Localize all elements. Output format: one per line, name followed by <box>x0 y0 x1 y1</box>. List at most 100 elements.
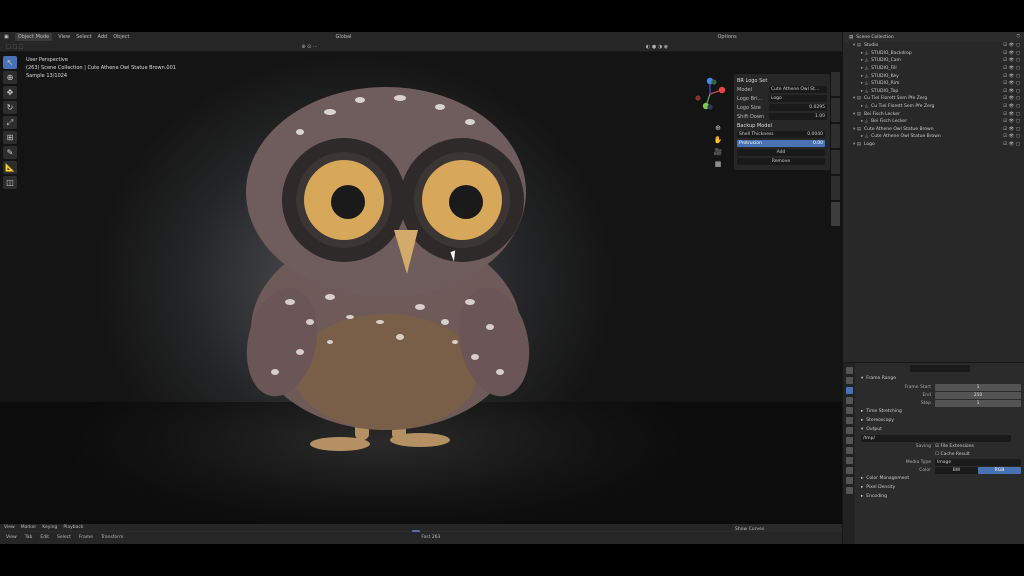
visibility-eye-icon[interactable]: ☑ 👁 ▢ <box>1003 142 1020 147</box>
section-header[interactable]: Backup Model <box>737 122 772 130</box>
navigation-gizmo[interactable] <box>692 76 728 112</box>
menu-object[interactable]: Object <box>113 33 129 41</box>
transform-tool-icon[interactable]: ⊞ <box>3 131 17 144</box>
rotate-tool-icon[interactable]: ↻ <box>3 101 17 114</box>
visibility-eye-icon[interactable]: ☑ 👁 ▢ <box>1003 112 1020 117</box>
owl-model[interactable] <box>0 52 842 524</box>
section-pixel-density[interactable]: ▸ Pixel Density <box>857 483 1023 492</box>
object-tab-icon[interactable] <box>845 427 853 434</box>
output-path-field[interactable]: /tmp/ <box>861 434 1011 442</box>
visibility-eye-icon[interactable]: ☑ 👁 ▢ <box>1003 58 1020 63</box>
outliner-row[interactable]: ▾ ▤ Studio ☑ 👁 ▢ <box>843 42 1024 50</box>
constraints-tab-icon[interactable] <box>845 467 853 474</box>
outliner-row[interactable]: ▸ ◬ STUDIO_Top ☑ 👁 ▢ <box>843 88 1024 96</box>
sidebar-tab[interactable] <box>831 176 840 200</box>
visibility-eye-icon[interactable]: ☑ 👁 ▢ <box>1003 104 1020 109</box>
sidebar-tab[interactable] <box>831 124 840 148</box>
panel-header[interactable]: BR Logo Set <box>737 77 767 85</box>
output-tab-icon[interactable] <box>845 387 853 394</box>
grid-icon[interactable]: ▦ <box>713 160 723 168</box>
select-box-icon[interactable]: ⬚ ⬚ ⬚ <box>6 43 23 51</box>
visibility-eye-icon[interactable]: ☑ 👁 ▢ <box>1003 127 1020 132</box>
section-color-management[interactable]: ▸ Color Management <box>857 474 1023 483</box>
add-button[interactable]: Add <box>737 149 825 156</box>
timeline-menu-marker[interactable]: Marker <box>21 524 37 531</box>
camera-icon[interactable]: 🎥 <box>713 148 723 156</box>
cursor-tool-icon[interactable]: ⊕ <box>3 71 17 84</box>
outliner-row[interactable]: ▾ ▤ Cu Tiel Florett Sem Pfe Zerg ☑ 👁 ▢ <box>843 95 1024 103</box>
frame-start-field[interactable]: 1 <box>935 383 1021 391</box>
visibility-eye-icon[interactable]: ☑ 👁 ▢ <box>1003 89 1020 94</box>
filter-icon[interactable]: ⛉ <box>1017 34 1020 40</box>
pan-hand-icon[interactable]: ✋ <box>713 136 723 144</box>
file-extensions-checkbox[interactable]: ☑ File Extensions <box>935 444 974 449</box>
render-tab-icon[interactable] <box>845 377 853 384</box>
sidebar-tab[interactable] <box>831 150 840 174</box>
physics-tab-icon[interactable] <box>845 457 853 464</box>
protrusion-field[interactable]: Protrusion 0.00 <box>737 140 825 147</box>
tool-tab-icon[interactable] <box>845 367 853 374</box>
scale-tool-icon[interactable]: ⤢ <box>3 116 17 129</box>
move-tool-icon[interactable]: ✥ <box>3 86 17 99</box>
sidebar-tab[interactable] <box>831 98 840 122</box>
outliner-row[interactable]: ▸ ◬ STUDIO_Cam ☑ 👁 ▢ <box>843 57 1024 65</box>
annotate-tool-icon[interactable]: ✎ <box>3 146 17 159</box>
outliner-row[interactable]: ▸ ◬ Cute Athene Owl Statue Brown ☑ 👁 ▢ <box>843 133 1024 141</box>
visibility-eye-icon[interactable]: ☑ 👁 ▢ <box>1003 96 1020 101</box>
visibility-eye-icon[interactable]: ☑ 👁 ▢ <box>1003 81 1020 86</box>
visibility-eye-icon[interactable]: ☑ 👁 ▢ <box>1003 119 1020 124</box>
outliner-row[interactable]: ▾ ▤ Logo ☑ 👁 ▢ <box>843 141 1024 149</box>
logo-field[interactable]: Logo <box>769 95 827 102</box>
mode-selector[interactable]: Object Mode <box>14 33 53 41</box>
zoom-icon[interactable]: ⊕ <box>713 124 723 132</box>
visibility-eye-icon[interactable]: ☑ 👁 ▢ <box>1003 43 1020 48</box>
outliner-row[interactable]: ▸ ◬ STUDIO_Rim ☑ 👁 ▢ <box>843 80 1024 88</box>
section-output[interactable]: ▾ Output <box>857 425 1023 434</box>
options-menu[interactable]: Options <box>717 33 736 41</box>
shading-icons[interactable]: ◐ ● ◑ ◉ <box>646 43 668 51</box>
logo-size-field[interactable]: 0.0295 <box>769 104 827 111</box>
select-tool-icon[interactable]: ↖ <box>3 56 17 69</box>
menu-select[interactable]: Select <box>76 33 91 41</box>
editor-type-icon[interactable]: ▣ <box>4 33 9 41</box>
visibility-eye-icon[interactable]: ☑ 👁 ▢ <box>1003 74 1020 79</box>
shift-down-field[interactable]: 1.00 <box>769 113 827 120</box>
color-rgb-option[interactable]: RGB <box>978 466 1021 474</box>
snap-icons[interactable]: ⊕ ⊙ ⋯ <box>301 43 318 51</box>
outliner-row[interactable]: ▸ ◬ STUDIO_Key ☑ 👁 ▢ <box>843 72 1024 80</box>
outliner-title[interactable]: Scene Collection <box>856 35 893 40</box>
world-tab-icon[interactable] <box>845 417 853 424</box>
menu-add[interactable]: Add <box>98 33 108 41</box>
measure-tool-icon[interactable]: 📐 <box>3 161 17 174</box>
scene-tab-icon[interactable] <box>845 407 853 414</box>
section-frame-range[interactable]: ▾ Frame Range <box>857 374 1023 383</box>
outliner-row[interactable]: ▸ ◬ STUDIO_Backdrop ☑ 👁 ▢ <box>843 50 1024 58</box>
outliner-row[interactable]: ▸ ◬ STUDIO_Fill ☑ 👁 ▢ <box>843 65 1024 73</box>
cache-result-checkbox[interactable]: ☐ Cache Result <box>935 452 970 457</box>
sidebar-tab-active[interactable] <box>831 202 840 226</box>
outliner-row[interactable]: ▸ ◬ Bei Fisch Lecker ☑ 👁 ▢ <box>843 118 1024 126</box>
section-time-stretching[interactable]: ▸ Time Stretching <box>857 407 1023 416</box>
color-bw-option[interactable]: BW <box>935 466 978 474</box>
media-type-select[interactable]: Image <box>935 458 1021 466</box>
particles-tab-icon[interactable] <box>845 447 853 454</box>
visibility-eye-icon[interactable]: ☑ 👁 ▢ <box>1003 66 1020 71</box>
visibility-eye-icon[interactable]: ☑ 👁 ▢ <box>1003 134 1020 139</box>
menu-view[interactable]: View <box>58 33 70 41</box>
modifier-tab-icon[interactable] <box>845 437 853 444</box>
outliner-row[interactable]: ▾ ▤ Bei Fisch Lecker ☑ 👁 ▢ <box>843 110 1024 118</box>
properties-search[interactable] <box>910 365 970 372</box>
section-encoding[interactable]: ▸ Encoding <box>857 492 1023 501</box>
section-stereoscopy[interactable]: ▸ Stereoscopy <box>857 416 1023 425</box>
data-tab-icon[interactable] <box>845 477 853 484</box>
timeline-menu-keying[interactable]: Keying <box>42 524 57 531</box>
3d-viewport[interactable]: ↖ ⊕ ✥ ↻ ⤢ ⊞ ✎ 📐 ◫ User Perspective (263)… <box>0 52 842 524</box>
visibility-eye-icon[interactable]: ☑ 👁 ▢ <box>1003 51 1020 56</box>
outliner-row[interactable]: ▸ ◬ Cu Tiel Florett Sem Pfe Zerg ☑ 👁 ▢ <box>843 103 1024 111</box>
add-cube-tool-icon[interactable]: ◫ <box>3 176 17 189</box>
timeline-menu-view[interactable]: View <box>4 524 15 531</box>
outliner-row[interactable]: ▾ ▤ Cute Athene Owl Statue Brown ☑ 👁 ▢ <box>843 126 1024 134</box>
frame-step-field[interactable]: 1 <box>935 399 1021 407</box>
view-layer-tab-icon[interactable] <box>845 397 853 404</box>
material-tab-icon[interactable] <box>845 487 853 494</box>
